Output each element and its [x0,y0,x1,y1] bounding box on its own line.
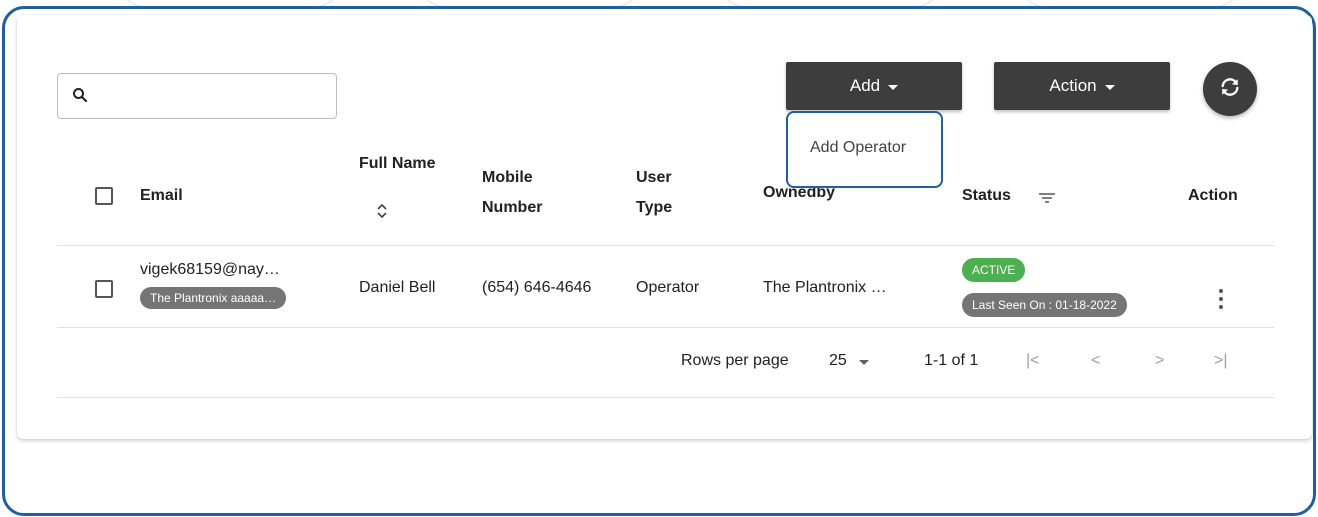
cell-user-type: Operator [636,279,700,296]
status-badge: ACTIVE [962,258,1026,282]
first-page-icon[interactable]: |< [1026,352,1040,370]
owner-chip: The Plantronix aaaaa… [140,287,287,309]
caret-down-icon [859,360,870,365]
column-header-status[interactable]: Status [962,181,1011,211]
footer-divider [57,397,1274,398]
rows-per-page-select[interactable]: 25 [829,352,870,370]
caret-down-icon [888,84,899,90]
select-all-checkbox[interactable] [95,187,113,205]
previous-page-icon[interactable]: < [1091,352,1100,370]
header-divider [57,245,1274,246]
cell-mobile: (654) 646-4646 [482,279,592,296]
users-table-card: Add Action Add Operator Email Full Name [17,15,1312,439]
cell-full-name: Daniel Bell [359,279,436,296]
search-box[interactable] [57,73,337,119]
search-icon [72,87,88,108]
search-input[interactable] [102,82,322,110]
row-checkbox[interactable] [95,280,113,298]
cell-email: vigek68159@nay… [140,261,280,278]
add-dropdown-menu: Add Operator [786,111,943,188]
last-page-icon[interactable]: >| [1214,352,1228,370]
column-header-full-name[interactable]: Full Name [359,149,435,179]
rows-per-page-label: Rows per page [681,352,789,369]
row-more-options-icon[interactable] [1211,287,1231,311]
rows-per-page-value: 25 [829,352,847,369]
cell-ownedby: The Plantronix … [763,279,887,296]
page-range: 1-1 of 1 [924,352,979,369]
column-header-user-type-2: Type [636,199,673,216]
filter-icon[interactable] [1038,191,1056,210]
add-button-label: Add [849,76,881,95]
caret-down-icon [1104,84,1115,90]
sort-icon[interactable] [377,203,387,224]
refresh-button[interactable] [1203,62,1257,116]
column-header-mobile[interactable]: Mobile [482,163,533,193]
action-button-label: Action [1049,76,1097,95]
refresh-icon [1219,76,1241,103]
action-button[interactable]: Action [994,62,1170,110]
highlight-frame: Add Action Add Operator Email Full Name [2,6,1316,516]
column-header-action: Action [1188,187,1238,204]
last-seen-badge: Last Seen On : 01-18-2022 [962,293,1127,317]
add-button[interactable]: Add [786,62,962,110]
column-header-mobile-2: Number [482,199,543,216]
column-header-email[interactable]: Email [140,181,183,211]
column-header-user-type[interactable]: User [636,163,672,193]
next-page-icon[interactable]: > [1155,352,1164,370]
menu-item-add-operator[interactable]: Add Operator [810,139,906,157]
row-divider [57,327,1274,328]
